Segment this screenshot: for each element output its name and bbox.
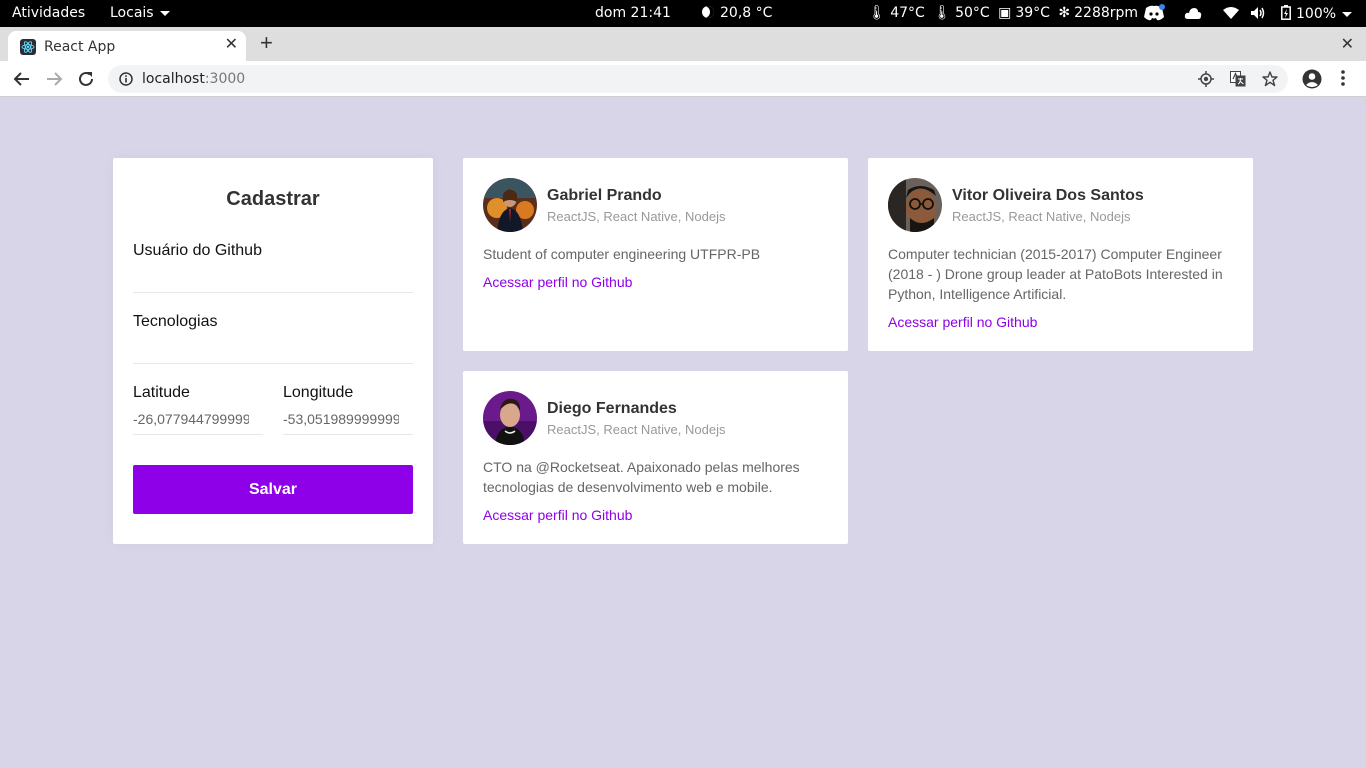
browser-tab-strip: React App ✕ + ✕ xyxy=(0,27,1366,61)
sensor-temp-2: 50°C xyxy=(955,5,990,21)
save-button[interactable]: Salvar xyxy=(133,465,413,514)
new-tab-button[interactable]: + xyxy=(260,32,273,54)
translate-icon[interactable] xyxy=(1230,71,1246,92)
thermometer-icon: 🌡︎ xyxy=(868,5,886,21)
dev-techs: ReactJS, React Native, Nodejs xyxy=(547,209,726,224)
divider xyxy=(133,434,263,435)
back-icon[interactable] xyxy=(12,69,32,89)
url-text: localhost:3000 xyxy=(142,71,245,87)
github-user-label: Usuário do Github xyxy=(133,242,262,259)
close-icon[interactable]: ✕ xyxy=(225,37,238,53)
github-user-input[interactable] xyxy=(133,266,413,286)
forward-icon[interactable] xyxy=(44,69,64,89)
register-form: Cadastrar Usuário do Github Tecnologias … xyxy=(113,158,433,544)
volume-icon[interactable] xyxy=(1250,6,1266,24)
avatar xyxy=(483,178,537,232)
dev-name: Diego Fernandes xyxy=(547,400,677,417)
browser-toolbar: localhost:3000 xyxy=(0,61,1366,97)
battery-indicator[interactable]: 100% xyxy=(1281,5,1353,22)
weather-indicator[interactable]: 20,8 °C xyxy=(702,5,772,21)
github-profile-link[interactable]: Acessar perfil no Github xyxy=(483,274,632,290)
avatar xyxy=(888,178,942,232)
chevron-down-icon xyxy=(159,10,170,16)
react-icon xyxy=(20,39,36,55)
url-port: :3000 xyxy=(204,71,246,87)
divider xyxy=(133,292,413,293)
form-title: Cadastrar xyxy=(226,188,320,210)
avatar xyxy=(483,391,537,445)
dev-card: Vitor Oliveira Dos Santos ReactJS, React… xyxy=(868,158,1253,351)
github-profile-link[interactable]: Acessar perfil no Github xyxy=(888,314,1037,330)
sensor-temp-1: 47°C xyxy=(890,5,925,21)
clock[interactable]: dom 21:41 xyxy=(595,5,671,21)
techs-label: Tecnologias xyxy=(133,313,218,330)
dev-bio: Computer technician (2015-2017) Computer… xyxy=(888,246,1223,302)
activities-button[interactable]: Atividades xyxy=(12,5,85,21)
url-host: localhost xyxy=(142,71,205,87)
dev-techs: ReactJS, React Native, Nodejs xyxy=(547,422,726,437)
longitude-input[interactable] xyxy=(283,409,399,429)
cloud-icon[interactable] xyxy=(1184,6,1202,20)
latitude-label: Latitude xyxy=(133,384,190,401)
thermometer-icon: 🌡︎ xyxy=(933,5,952,21)
reload-icon[interactable] xyxy=(76,69,96,89)
location-icon[interactable] xyxy=(1198,71,1214,92)
places-menu[interactable]: Locais xyxy=(110,5,170,21)
system-top-bar: Atividades Locais dom 21:41 20,8 °C 🌡︎ 4… xyxy=(0,0,1366,27)
techs-input[interactable] xyxy=(133,337,413,357)
moon-icon xyxy=(702,6,714,18)
battery-icon xyxy=(1281,5,1291,20)
divider xyxy=(133,363,413,364)
latitude-input[interactable] xyxy=(133,409,249,429)
longitude-label: Longitude xyxy=(283,384,354,401)
places-label: Locais xyxy=(110,5,154,21)
sensor-fan: 2288rpm xyxy=(1074,5,1139,21)
info-icon[interactable] xyxy=(119,72,133,91)
browser-tab[interactable]: React App ✕ xyxy=(8,31,246,61)
dev-bio: CTO na @Rocketseat. Apaixonado pelas mel… xyxy=(483,459,800,495)
star-icon[interactable] xyxy=(1262,71,1278,92)
divider xyxy=(283,434,413,435)
dev-techs: ReactJS, React Native, Nodejs xyxy=(952,209,1131,224)
dev-name: Gabriel Prando xyxy=(547,187,662,204)
dev-card: Gabriel Prando ReactJS, React Native, No… xyxy=(463,158,848,351)
dev-name: Vitor Oliveira Dos Santos xyxy=(952,187,1144,204)
dev-card: Diego Fernandes ReactJS, React Native, N… xyxy=(463,371,848,544)
profile-icon[interactable] xyxy=(1302,69,1322,94)
address-bar[interactable]: localhost:3000 xyxy=(108,65,1288,93)
sensors-indicator[interactable]: 🌡︎ 47°C 🌡︎ 50°C ▣ 39°C ✻ 2288rpm xyxy=(868,5,1138,21)
github-profile-link[interactable]: Acessar perfil no Github xyxy=(483,507,632,523)
discord-icon[interactable] xyxy=(1143,4,1165,22)
dev-bio: Student of computer engineering UTFPR-PB xyxy=(483,246,761,262)
wifi-icon[interactable] xyxy=(1223,6,1239,24)
battery-percent: 100% xyxy=(1296,6,1337,22)
sensor-temp-3: 39°C xyxy=(1015,5,1050,21)
tab-title: React App xyxy=(44,39,116,55)
chevron-down-icon xyxy=(1342,11,1353,17)
menu-icon[interactable] xyxy=(1340,69,1346,92)
weather-temp: 20,8 °C xyxy=(720,5,773,21)
window-close-icon[interactable]: ✕ xyxy=(1341,34,1354,54)
fan-icon: ✻ xyxy=(1058,5,1071,21)
chip-icon: ▣ xyxy=(998,5,1012,21)
